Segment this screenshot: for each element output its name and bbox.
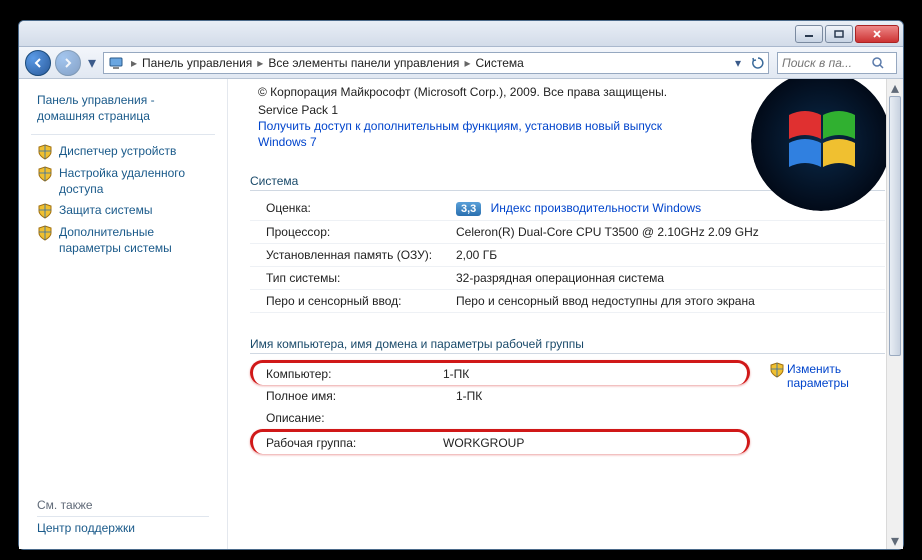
value-computer: 1-ПК <box>443 367 747 381</box>
row-ram: Установленная память (ОЗУ): 2,00 ГБ <box>250 244 885 267</box>
label-cpu: Процессор: <box>266 225 456 239</box>
content: © Корпорация Майкрософт (Microsoft Corp.… <box>227 79 903 549</box>
computer-name-section-header: Имя компьютера, имя домена и параметры р… <box>250 337 885 354</box>
breadcrumb-chevron[interactable]: ▸ <box>254 56 266 70</box>
forward-button[interactable] <box>55 50 81 76</box>
change-settings-text: Изменить параметры <box>787 362 867 390</box>
shield-icon <box>37 203 53 219</box>
row-pen-touch: Перо и сенсорный ввод: Перо и сенсорный … <box>250 290 885 313</box>
sidebar: Панель управления - домашняя страница Ди… <box>19 79 227 549</box>
vertical-scrollbar[interactable]: ▴ ▾ <box>886 79 903 549</box>
close-button[interactable] <box>855 25 899 43</box>
sidebar-home-link[interactable]: Панель управления - домашняя страница <box>19 89 227 128</box>
value-system-type: 32-разрядная операционная система <box>456 271 885 285</box>
see-also-label: См. также <box>37 498 209 512</box>
value-full-name: 1-ПК <box>456 389 885 403</box>
navbar: ▾ ▸ Панель управления ▸ Все элементы пан… <box>19 47 903 79</box>
wei-link[interactable]: Индекс производительности Windows <box>491 201 701 215</box>
address-bar[interactable]: ▸ Панель управления ▸ Все элементы панел… <box>103 52 769 74</box>
back-button[interactable] <box>25 50 51 76</box>
scroll-up-button[interactable]: ▴ <box>887 79 903 96</box>
maximize-button[interactable] <box>825 25 853 43</box>
breadcrumb-chevron[interactable]: ▸ <box>461 56 473 70</box>
label-workgroup: Рабочая группа: <box>266 436 443 450</box>
refresh-button[interactable] <box>748 53 768 73</box>
sidebar-item-label: Диспетчер устройств <box>59 144 176 160</box>
titlebar <box>19 21 903 47</box>
breadcrumb-all-items[interactable]: Все элементы панели управления <box>266 56 461 70</box>
label-full-name: Полное имя: <box>266 389 456 403</box>
nav-history-dropdown[interactable]: ▾ <box>85 54 99 72</box>
sidebar-footer: См. также Центр поддержки <box>19 492 227 541</box>
separator <box>37 516 209 517</box>
label-description: Описание: <box>266 411 456 425</box>
scroll-thumb[interactable] <box>889 96 901 356</box>
shield-icon <box>769 362 785 378</box>
label-ram: Установленная память (ОЗУ): <box>266 248 456 262</box>
value-ram: 2,00 ГБ <box>456 248 885 262</box>
separator <box>31 134 215 135</box>
change-settings-link[interactable]: Изменить параметры <box>769 362 867 390</box>
sidebar-item-label: Защита системы <box>59 203 152 219</box>
windows-update-link[interactable]: Получить доступ к дополнительным функция… <box>258 119 678 150</box>
breadcrumb-chevron[interactable]: ▸ <box>128 56 140 70</box>
sidebar-item-label: Настройка удаленного доступа <box>59 166 219 197</box>
value-description <box>456 411 885 425</box>
label-system-type: Тип системы: <box>266 271 456 285</box>
sidebar-remote-settings[interactable]: Настройка удаленного доступа <box>19 163 227 200</box>
row-computer-name: Компьютер: 1-ПК <box>250 360 750 385</box>
breadcrumb-control-panel[interactable]: Панель управления <box>140 56 254 70</box>
search-icon[interactable] <box>868 56 888 70</box>
shield-icon <box>37 166 53 182</box>
windows-logo <box>751 79 891 211</box>
shield-icon <box>37 144 53 160</box>
row-cpu: Процессор: Celeron(R) Dual-Core CPU T350… <box>250 221 885 244</box>
row-system-type: Тип системы: 32-разрядная операционная с… <box>250 267 885 290</box>
value-pen-touch: Перо и сенсорный ввод недоступны для это… <box>456 294 885 308</box>
breadcrumb-system[interactable]: Система <box>473 56 525 70</box>
body: Панель управления - домашняя страница Ди… <box>19 79 903 549</box>
search-box[interactable] <box>777 52 897 74</box>
shield-icon <box>37 225 53 241</box>
row-description: Описание: <box>250 407 885 429</box>
sidebar-item-label: Дополнительные параметры системы <box>59 225 219 256</box>
value-cpu: Celeron(R) Dual-Core CPU T3500 @ 2.10GHz… <box>456 225 885 239</box>
row-workgroup: Рабочая группа: WORKGROUP <box>250 429 750 454</box>
sidebar-action-center[interactable]: Центр поддержки <box>37 521 209 535</box>
scroll-down-button[interactable]: ▾ <box>887 532 903 549</box>
search-input[interactable] <box>778 56 868 70</box>
minimize-button[interactable] <box>795 25 823 43</box>
computer-icon <box>108 55 124 71</box>
sidebar-advanced-settings[interactable]: Дополнительные параметры системы <box>19 222 227 259</box>
label-pen-touch: Перо и сенсорный ввод: <box>266 294 456 308</box>
wei-score-badge: 3,3 <box>456 202 481 216</box>
label-computer: Компьютер: <box>266 367 443 381</box>
sidebar-device-manager[interactable]: Диспетчер устройств <box>19 141 227 163</box>
label-rating: Оценка: <box>266 201 456 216</box>
value-workgroup: WORKGROUP <box>443 436 747 450</box>
sidebar-system-protection[interactable]: Защита системы <box>19 200 227 222</box>
system-properties-window: ▾ ▸ Панель управления ▸ Все элементы пан… <box>18 20 904 550</box>
address-dropdown-button[interactable]: ▾ <box>728 53 748 73</box>
